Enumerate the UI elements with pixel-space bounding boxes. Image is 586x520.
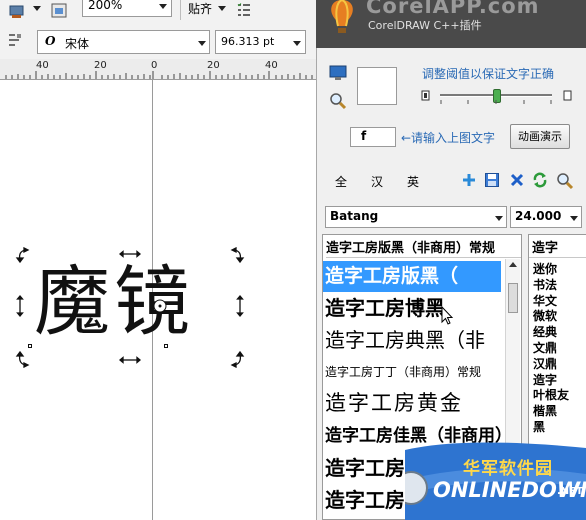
standard-toolbar: 200% 贴齐	[0, 0, 316, 26]
font-family-value: 宋体	[65, 37, 90, 51]
onlinedown-watermark: 华军软件园 ONLINEDOWN .NET	[405, 440, 586, 520]
chevron-down-icon[interactable]	[33, 6, 41, 11]
chevron-down-icon	[293, 41, 301, 46]
input-hint-label: ←请输入上图文字	[401, 131, 496, 145]
ruler-label: 20	[94, 60, 107, 71]
chevron-down-icon	[495, 216, 503, 221]
delete-icon[interactable]	[509, 172, 525, 188]
filter-all-button[interactable]: 全	[335, 173, 347, 190]
font-list-header: 造字工房版黑（非商用）常规	[326, 237, 521, 258]
category-header-divider	[529, 257, 586, 258]
threshold-left-icon[interactable]	[420, 89, 432, 103]
preview-image-box	[357, 67, 397, 105]
magnifier-icon[interactable]	[329, 92, 347, 110]
search-icon[interactable]	[556, 172, 574, 190]
zoom-fit-icon[interactable]	[50, 2, 68, 20]
opentype-font-icon: O	[45, 34, 56, 48]
zoom-level-value: 200%	[88, 0, 123, 12]
text-property-bar: O 宋体 96.313 pt	[0, 25, 316, 60]
size-select[interactable]: 24.000	[510, 206, 582, 228]
plugin-logo-text: CorelAPP.com	[366, 0, 540, 18]
font-select[interactable]: Batang	[325, 206, 507, 228]
category-item[interactable]: 叶根友	[533, 388, 585, 404]
category-item[interactable]: 汉鼎	[533, 357, 585, 373]
plugin-banner: CorelAPP.com CorelDRAW C++插件	[316, 0, 586, 48]
horizontal-ruler[interactable]: 40 20 0 20 40	[0, 59, 316, 80]
captcha-input-value: f	[361, 129, 367, 143]
plugin-subtitle: CorelDRAW C++插件	[368, 19, 482, 32]
ruler-label: 40	[265, 60, 278, 71]
slider-ticks	[440, 100, 552, 104]
filter-english-button[interactable]: 英	[407, 173, 419, 190]
chevron-down-icon[interactable]	[218, 6, 226, 11]
chevron-down-icon	[198, 41, 206, 46]
category-list-header: 造字	[532, 241, 559, 256]
font-list-item-selected[interactable]: 造字工房版黑（	[323, 261, 501, 292]
font-list-item[interactable]: 造字工房博黑	[323, 293, 445, 324]
category-item[interactable]: 微软	[533, 309, 585, 325]
font-list-item[interactable]: 造字工房	[323, 453, 405, 484]
scroll-up-arrow-icon[interactable]	[509, 262, 517, 267]
chevron-down-icon	[570, 216, 578, 221]
category-item[interactable]: 黑	[533, 420, 585, 436]
ruler-label: 20	[207, 60, 220, 71]
category-item[interactable]: 造字	[533, 373, 585, 389]
font-family-select[interactable]: O 宋体	[37, 30, 210, 54]
category-item[interactable]: 文鼎	[533, 341, 585, 357]
size-select-value: 24.000	[515, 209, 562, 223]
save-icon[interactable]	[484, 172, 500, 188]
captcha-input[interactable]: f	[350, 127, 396, 147]
font-list-item[interactable]: 造字工房丁丁（非商用）常规	[323, 357, 481, 388]
category-items: 迷你 书法 华文 微软 经典 文鼎 汉鼎 造字 叶根友 楷黑 黑	[533, 262, 585, 436]
category-item[interactable]: 经典	[533, 325, 585, 341]
zoom-level-select[interactable]: 200%	[82, 0, 172, 17]
category-item[interactable]: 迷你	[533, 262, 585, 278]
snap-to-button[interactable]: 贴齐	[188, 0, 212, 17]
ruler-label: 40	[36, 60, 49, 71]
scrollbar-thumb[interactable]	[508, 283, 518, 313]
toolbar-divider	[180, 0, 181, 20]
font-list-item[interactable]: 造字工房	[323, 485, 405, 516]
threshold-hint-label: 调整阈值以保证文字正确	[422, 67, 555, 81]
filter-chinese-button[interactable]: 汉	[371, 173, 383, 190]
mouse-cursor-icon	[440, 306, 454, 326]
category-item[interactable]: 楷黑	[533, 404, 585, 420]
font-list-item[interactable]: 造字工房典黑（非	[323, 325, 485, 356]
rotation-handles[interactable]	[14, 246, 246, 370]
pick-tool-icon[interactable]	[8, 3, 26, 21]
text-tool-icon[interactable]	[6, 32, 24, 50]
watermark-title: 华军软件园	[463, 459, 553, 479]
add-icon[interactable]	[461, 172, 477, 188]
threshold-right-icon[interactable]	[562, 89, 574, 103]
refresh-icon[interactable]	[532, 172, 548, 188]
hot-air-balloon-logo	[331, 0, 353, 33]
monitor-icon[interactable]	[329, 64, 347, 82]
animate-demo-button[interactable]: 动画演示	[510, 124, 570, 149]
font-size-select[interactable]: 96.313 pt	[215, 30, 306, 54]
threshold-slider[interactable]	[440, 87, 552, 105]
font-select-value: Batang	[330, 209, 379, 223]
font-list-item[interactable]: 造字工房黄金	[323, 387, 463, 418]
category-item[interactable]: 书法	[533, 278, 585, 294]
options-list-icon[interactable]	[236, 2, 252, 18]
selected-text-object[interactable]: 魔镜	[15, 246, 245, 369]
ruler-label: 0	[151, 60, 158, 71]
chevron-down-icon	[159, 4, 167, 9]
category-item[interactable]: 华文	[533, 294, 585, 310]
font-size-value: 96.313 pt	[221, 35, 275, 48]
watermark-suffix: .NET	[557, 486, 583, 497]
